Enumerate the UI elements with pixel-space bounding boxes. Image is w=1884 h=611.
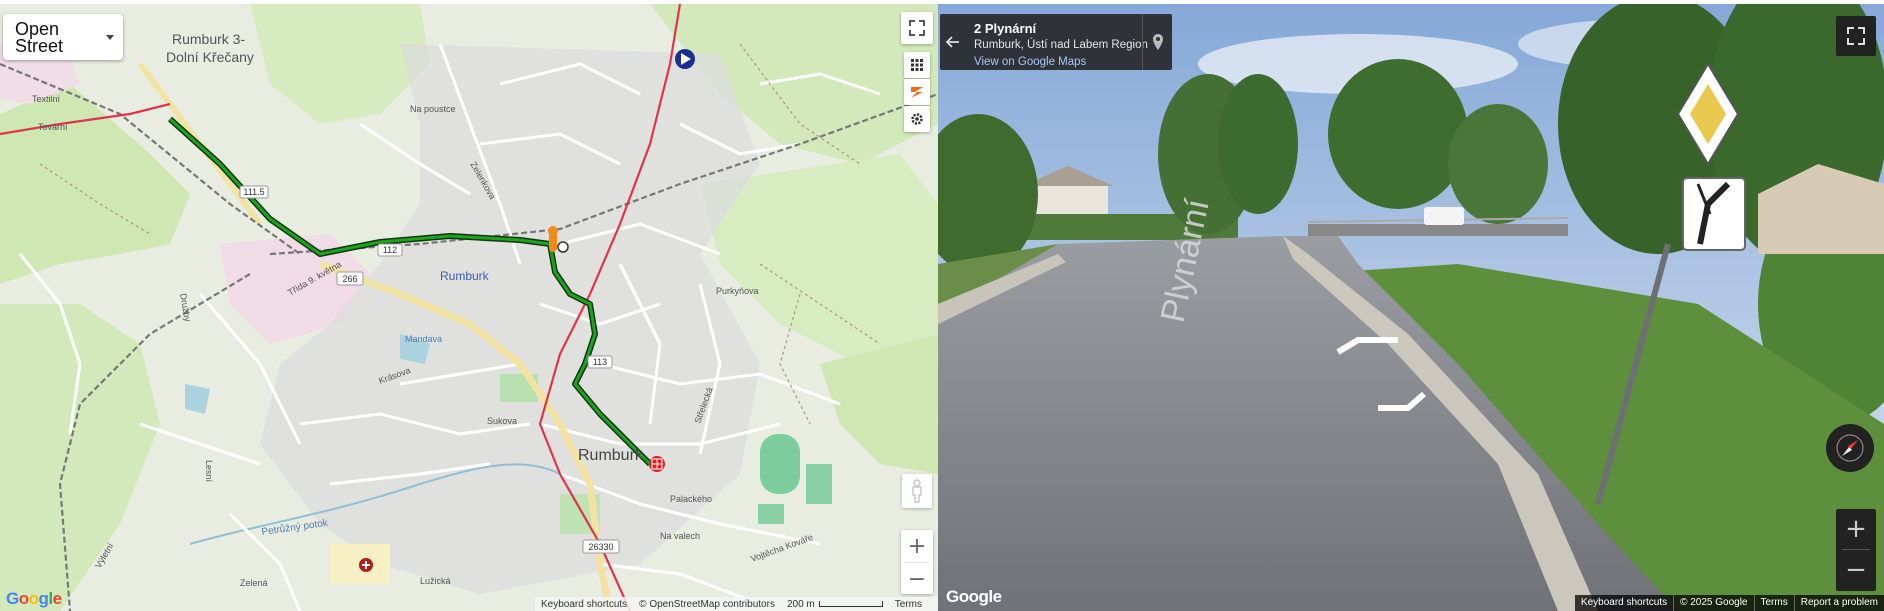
navigation-icon[interactable] [675,49,695,69]
map-zoom-controls: + − [901,530,933,594]
road-badge-26330: 26330 [582,539,620,554]
van [1424,207,1464,225]
svg-text:113: 113 [593,357,607,367]
address-title: 2 Plynární [974,21,1037,36]
bridge [1308,224,1568,236]
map-grid-button[interactable] [904,52,930,78]
chevron-down-icon [106,35,114,40]
map-terms-link[interactable]: Terms [895,599,922,610]
gear-icon [911,113,923,125]
street-view-fullscreen-button[interactable] [1836,16,1876,56]
finish-flag-icon[interactable] [649,456,665,472]
pegman-icon [912,479,922,503]
map-settings-button[interactable] [904,106,930,132]
map-zoom-in-button[interactable]: + [901,530,933,562]
map-layer-select[interactable]: Open Street [3,14,123,60]
road-badge-113: 113 [587,355,613,369]
label-palackeho: Palackého [670,494,712,504]
road-badge-112: 112 [377,243,403,257]
back-button[interactable] [940,14,966,70]
street-view-zoom-controls: + − [1836,509,1876,591]
google-logo-streetview: Google [946,587,1002,606]
map-canvas[interactable]: 111.5 112 266 113 26330 Rumburk 3- Dolní… [0,4,938,611]
google-logo-map: Google [6,589,62,608]
fullscreen-icon [1847,27,1865,45]
layer-select-line2: Street [15,36,64,56]
map-footer: Keyboard shortcuts © OpenStreetMap contr… [535,597,938,611]
fullscreen-icon [909,20,925,36]
sports-field [806,464,832,504]
label-textilni: Textilní [32,94,61,104]
street-view-image[interactable]: Plynární [938,4,1884,611]
view-on-google-maps-link[interactable]: View on Google Maps [974,56,1086,68]
sv-report-problem-link[interactable]: Report a problem [1793,595,1884,611]
sv-keyboard-shortcuts[interactable]: Keyboard shortcuts [1575,595,1673,611]
stadium [760,434,800,494]
app-root: 111.5 112 266 113 26330 Rumburk 3- Dolní… [0,0,1884,611]
road-badge-266: 266 [336,271,364,286]
start-person-icon[interactable] [548,226,558,252]
compass-button[interactable] [1826,424,1874,472]
label-rumburk-station: Rumburk [440,269,490,283]
compass-icon [1836,434,1864,462]
scale-text: 200 m [786,598,815,610]
road-badge-111-5: 111.5 [239,185,269,199]
map-pin-icon [1152,34,1163,50]
label-lesni: Lesní [204,460,214,483]
map-zoom-out-button[interactable]: − [901,563,933,595]
label-purkynova: Purkyňova [716,286,759,296]
sports-field [758,504,784,524]
svg-text:112: 112 [383,245,397,255]
strava-icon [911,87,923,98]
street-view-panel[interactable]: Plynární 2 Plynární Rumburk, Ústí nad La… [938,4,1884,611]
location-pin-button[interactable] [1142,14,1172,70]
street-view-footer: Keyboard shortcuts © 2025 Google Terms R… [1574,595,1884,611]
label-tovarni: Tovární [38,122,68,132]
street-view-zoom-out-button[interactable]: − [1836,550,1876,590]
station-icon[interactable] [557,241,569,253]
label-luzicka: Lužická [420,576,451,586]
label-dolni: Dolní Křečany [166,49,254,65]
pegman-button[interactable] [902,474,932,508]
label-na-valech: Na valech [660,531,700,541]
label-mandava: Mandava [405,334,442,344]
map-scale: 200 m [787,599,883,610]
hospital-icon [359,558,373,572]
arrow-left-icon [946,36,959,48]
label-rumburk-town: Rumburk [578,447,644,464]
map-fullscreen-button[interactable] [901,12,933,44]
svg-text:111.5: 111.5 [243,187,264,197]
map-strava-button[interactable] [904,79,930,105]
sv-copyright: © 2025 Google [1673,595,1753,611]
sv-terms-link[interactable]: Terms [1753,595,1794,611]
street-view-zoom-in-button[interactable]: + [1836,509,1876,549]
label-sukova: Sukova [487,416,517,426]
junction-sign [1682,177,1746,251]
address-subtitle: Rumburk, Ústí nad Labem Region [974,39,1148,51]
map-panel[interactable]: 111.5 112 266 113 26330 Rumburk 3- Dolní… [0,4,938,611]
label-zelena: Zelená [240,578,268,588]
grid-icon [911,59,923,71]
svg-text:266: 266 [342,274,357,284]
map-osm-attribution: © OpenStreetMap contributors [639,598,775,610]
address-card: 2 Plynární Rumburk, Ústí nad Labem Regio… [940,14,1172,70]
scale-bar [818,600,883,607]
svg-text:26330: 26330 [588,542,613,552]
map-keyboard-shortcuts[interactable]: Keyboard shortcuts [541,599,627,610]
label-rumburk3: Rumburk 3- [172,31,245,47]
label-na-poustce: Na poustce [410,104,456,114]
